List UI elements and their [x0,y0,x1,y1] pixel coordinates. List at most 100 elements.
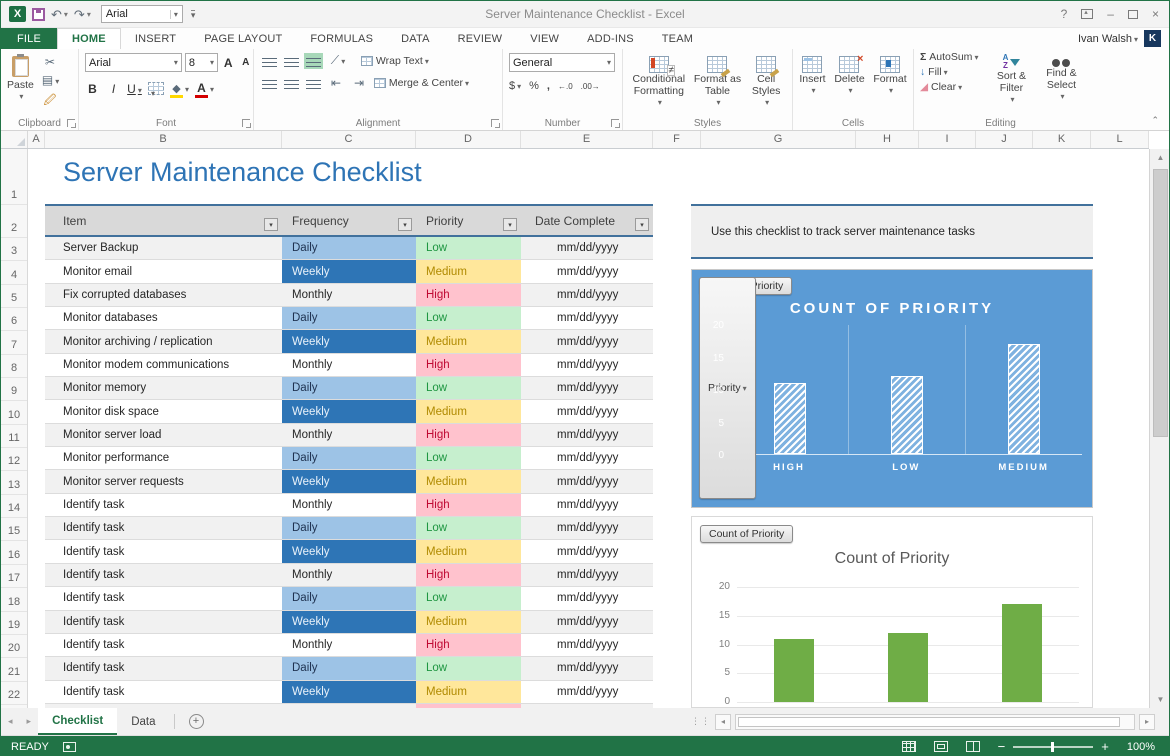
cell-priority[interactable]: High [416,354,521,376]
qat-font-dropdown-icon[interactable]: ▾ [170,10,178,19]
page-break-view-icon[interactable] [966,741,980,752]
row-header-22[interactable]: 22 [1,682,27,705]
cell-date[interactable]: mm/dd/yyyy [521,307,653,329]
tab-formulas[interactable]: FORMULAS [296,28,387,49]
cell-item[interactable]: Monitor databases [45,307,282,329]
cell-frequency[interactable]: Monthly [282,284,416,306]
zoom-out-icon[interactable]: − [998,741,1006,752]
cell-item[interactable]: Monitor server load [45,424,282,446]
cell-item[interactable]: Identify task [45,517,282,539]
column-header-H[interactable]: H [856,131,919,148]
undo-dropdown-icon[interactable]: ▾ [64,10,68,19]
maximize-icon[interactable] [1128,10,1138,19]
tab-page-layout[interactable]: PAGE LAYOUT [190,28,296,49]
page-layout-view-icon[interactable] [934,741,948,752]
cell-item[interactable]: Monitor server requests [45,470,282,492]
column-header-L[interactable]: L [1091,131,1149,148]
tab-insert[interactable]: INSERT [121,28,190,49]
qat-font-box[interactable]: Arial▾ [101,5,183,23]
cell-item[interactable]: Monitor performance [45,447,282,469]
cell-date[interactable]: mm/dd/yyyy [521,354,653,376]
font-dialog-launcher-icon[interactable] [242,119,250,127]
column-chart[interactable]: Count of Priority Count of Priority 0510… [691,516,1093,708]
column-header-I[interactable]: I [919,131,976,148]
cell-priority[interactable]: Low [416,447,521,469]
cell-priority[interactable]: High [416,564,521,586]
row-header-9[interactable]: 9 [1,378,27,401]
cell-priority[interactable]: Low [416,307,521,329]
cell-frequency[interactable]: Weekly [282,330,416,352]
orientation-icon[interactable]: ⟋ [328,53,348,68]
zoom-slider-thumb[interactable] [1051,742,1054,752]
cell-item[interactable]: Monitor memory [45,377,282,399]
cell-item[interactable]: Identify task [45,634,282,656]
cell-item[interactable]: Identify task [45,587,282,609]
row-header-1[interactable]: 1 [1,149,27,205]
cell-priority[interactable]: Low [416,517,521,539]
cell-item[interactable]: Monitor email [45,260,282,282]
help-icon[interactable]: ? [1061,7,1068,21]
sheet-nav-left-icon[interactable]: ◂ [1,708,20,735]
column-header-C[interactable]: C [282,131,416,148]
cell-date[interactable]: mm/dd/yyyy [521,564,653,586]
pivot-chart[interactable]: Count of Priority COUNT OF PRIORITY Prio… [691,269,1093,508]
cell-date[interactable]: mm/dd/yyyy [521,657,653,679]
shrink-font-icon[interactable]: A [239,57,254,68]
cell-frequency[interactable]: Monthly [282,564,416,586]
cell-date[interactable]: mm/dd/yyyy [521,494,653,516]
font-size-combo[interactable]: 8▾ [185,53,218,72]
comma-style-icon[interactable]: , [547,80,550,92]
cell-date[interactable]: mm/dd/yyyy [521,540,653,562]
cell-frequency[interactable]: Monthly [282,424,416,446]
ribbon-display-options-icon[interactable] [1081,9,1093,19]
cell-frequency[interactable]: Monthly [282,634,416,656]
cell-frequency[interactable]: Weekly [282,681,416,703]
cell-priority[interactable]: Low [416,377,521,399]
filter-icon[interactable] [264,218,278,231]
row-header-6[interactable]: 6 [1,308,27,331]
row-header-12[interactable]: 12 [1,448,27,471]
cell-frequency[interactable]: Daily [282,657,416,679]
bottom-align-icon[interactable] [306,55,321,67]
borders-icon[interactable] [148,82,164,95]
cell-date[interactable]: mm/dd/yyyy [521,284,653,306]
cell-date[interactable]: mm/dd/yyyy [521,517,653,539]
column-header-F[interactable]: F [653,131,701,148]
zoom-slider[interactable] [1013,746,1093,748]
cell-frequency[interactable]: Daily [282,587,416,609]
column-header-A[interactable]: A [28,131,45,148]
collapse-ribbon-icon[interactable]: ⌃ [1151,115,1159,126]
cell-priority[interactable]: High [416,424,521,446]
cell-date[interactable]: mm/dd/yyyy [521,330,653,352]
row-header-14[interactable]: 14 [1,495,27,518]
cell-frequency[interactable]: Daily [282,517,416,539]
scroll-down-icon[interactable]: ▼ [1150,691,1170,708]
cell-priority[interactable]: Medium [416,470,521,492]
row-header-20[interactable]: 20 [1,635,27,658]
filter-icon[interactable] [635,218,649,231]
cut-icon[interactable]: ✂ [42,55,58,69]
cell-frequency[interactable]: Daily [282,237,416,259]
italic-button[interactable]: I [106,82,121,96]
wrap-text-button[interactable]: Wrap Text [361,55,429,67]
cell-date[interactable]: mm/dd/yyyy [521,681,653,703]
pivot-bar-medium[interactable] [1008,344,1040,455]
font-color-icon[interactable]: A [195,79,214,98]
sheet-grid[interactable]: 12345678910111213141516171819202122 Serv… [1,149,1170,708]
cell-item[interactable]: Identify task [45,564,282,586]
save-icon[interactable] [32,8,45,21]
cell-date[interactable]: mm/dd/yyyy [521,470,653,492]
sheet-nav-right-icon[interactable]: ▸ [20,708,39,735]
cell-item[interactable]: Monitor archiving / replication [45,330,282,352]
row-header-10[interactable]: 10 [1,401,27,424]
row-header-5[interactable]: 5 [1,285,27,308]
number-dialog-launcher-icon[interactable] [611,119,619,127]
row-header-18[interactable]: 18 [1,588,27,611]
cell-frequency[interactable]: Weekly [282,260,416,282]
cell-item[interactable]: Fix corrupted databases [45,284,282,306]
zoom-in-icon[interactable]: + [1101,741,1109,752]
redo-icon[interactable]: ↷ [74,8,85,21]
undo-icon[interactable]: ↶ [51,8,62,21]
row-header-7[interactable]: 7 [1,331,27,354]
underline-button[interactable]: U [127,82,142,96]
